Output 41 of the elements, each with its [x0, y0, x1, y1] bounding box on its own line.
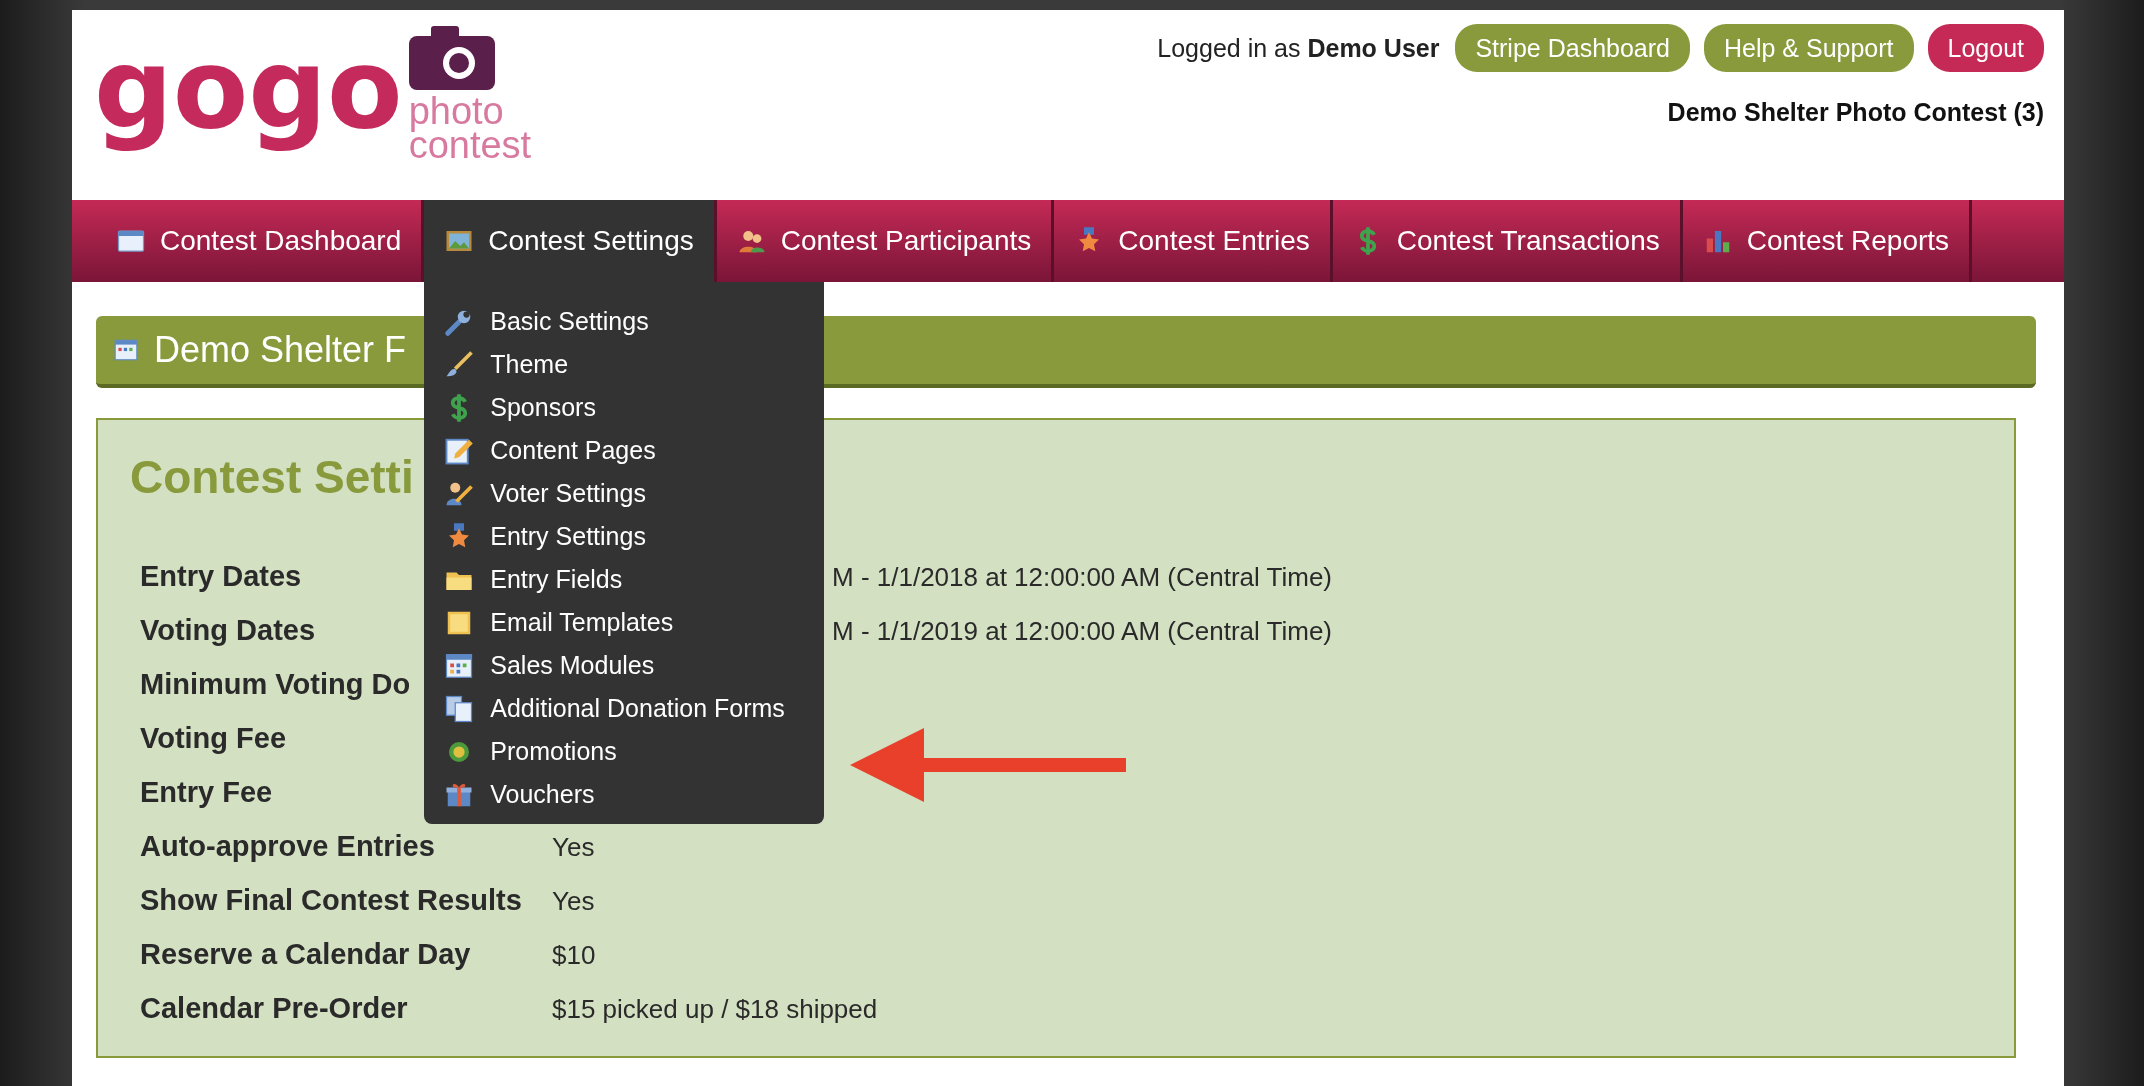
nav-tab[interactable]: Contest Settings — [424, 200, 717, 282]
setting-value: Yes — [552, 832, 595, 863]
nav-tab[interactable]: Contest Reports — [1682, 200, 1973, 282]
contest-name: Demo Shelter Photo Contest (3) — [1667, 98, 2044, 127]
setting-label: Entry Dates — [140, 560, 302, 592]
nav-tab[interactable]: Contest Entries — [1054, 200, 1333, 282]
menu-item[interactable]: Vouchers — [424, 773, 825, 816]
header-button[interactable]: Logout — [1927, 24, 2044, 72]
setting-label: Voting Fee — [140, 722, 287, 754]
menu-item[interactable]: Basic Settings — [424, 300, 825, 343]
setting-value: $10 — [552, 940, 596, 971]
setting-label: Calendar Pre-Order — [140, 992, 408, 1024]
nav-tab[interactable]: Contest Participants — [716, 200, 1055, 282]
setting-value: Yes — [552, 886, 595, 917]
logo-wordmark: gogo — [94, 24, 403, 155]
setting-label: Minimum Voting Do — [140, 668, 411, 700]
menu-item[interactable]: Sponsors — [424, 386, 825, 429]
menu-item[interactable]: Additional Donation Forms — [424, 687, 825, 730]
setting-value: M - 1/1/2018 at 12:00:00 AM (Central Time) — [832, 562, 1333, 593]
panel-heading: Contest Setti — [130, 450, 414, 504]
page-title: Demo Shelter F — [154, 329, 407, 371]
setting-label: Entry Fee — [140, 776, 273, 808]
setting-value: M - 1/1/2019 at 12:00:00 AM (Central Time) — [832, 616, 1333, 647]
camera-icon — [408, 26, 495, 90]
menu-item[interactable]: Sales Modules — [424, 644, 825, 687]
menu-item[interactable]: Theme — [424, 343, 825, 386]
menu-item[interactable]: Email Templates — [424, 601, 825, 644]
menu-item[interactable]: Entry Settings — [424, 515, 825, 558]
menu-item[interactable]: Promotions — [424, 730, 825, 773]
menu-item[interactable]: Entry Fields — [424, 558, 825, 601]
nav-tab[interactable]: Contest Transactions — [1332, 200, 1683, 282]
setting-label: Reserve a Calendar Day — [140, 938, 471, 970]
setting-label: Auto-approve Entries — [140, 830, 435, 862]
calendar-icon — [112, 337, 140, 363]
setting-label: Voting Dates — [140, 614, 316, 646]
menu-item[interactable]: Voter Settings — [424, 472, 825, 515]
login-status: Logged in as Demo User — [1157, 33, 1440, 63]
documents-icon — [444, 693, 475, 724]
menu-item[interactable]: Content Pages — [424, 429, 825, 472]
setting-value: $15 picked up / $18 shipped — [552, 994, 878, 1025]
setting-label: Show Final Contest Results — [140, 884, 522, 916]
